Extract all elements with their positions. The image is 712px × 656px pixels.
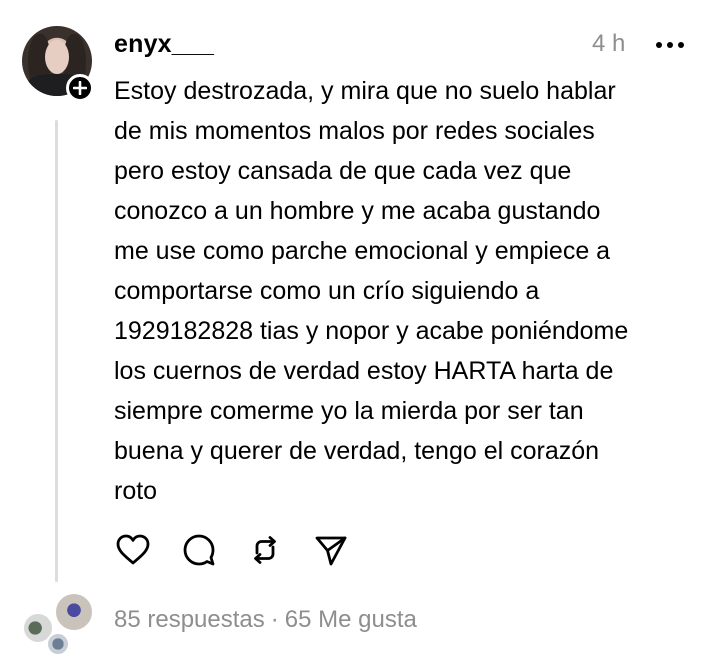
share-button[interactable] [311, 530, 351, 570]
reply-avatar [46, 632, 70, 656]
follow-button[interactable] [66, 74, 94, 102]
username[interactable]: enyx___ [114, 30, 214, 59]
repost-icon [254, 536, 276, 564]
reply-avatar [54, 592, 94, 632]
comment-bubble-icon [183, 534, 215, 566]
replies-count[interactable]: 85 respuestas [114, 606, 265, 633]
more-dot [678, 42, 684, 48]
more-dot [667, 42, 673, 48]
post-text: Estoy destrozada, y mira que no suelo ha… [114, 77, 629, 505]
more-options-button[interactable] [656, 40, 692, 50]
plus-icon [73, 81, 87, 95]
thread-line [55, 120, 58, 582]
post-stats: 85 respuestas · 65 Me gusta [114, 606, 417, 634]
like-button[interactable] [113, 530, 153, 570]
stats-separator: · [270, 606, 279, 633]
heart-icon [116, 534, 150, 565]
action-bar [113, 530, 377, 570]
reply-button[interactable] [179, 530, 219, 570]
timestamp: 4 h [592, 30, 626, 57]
reply-avatars[interactable] [20, 592, 94, 656]
repost-button[interactable] [245, 530, 285, 570]
thread-post: enyx___ 4 h Estoy destrozada, y mira que… [0, 0, 712, 656]
avatar-face [45, 40, 69, 74]
likes-count[interactable]: 65 Me gusta [285, 606, 417, 633]
more-horizontal-icon [656, 42, 662, 48]
send-icon [315, 536, 347, 566]
